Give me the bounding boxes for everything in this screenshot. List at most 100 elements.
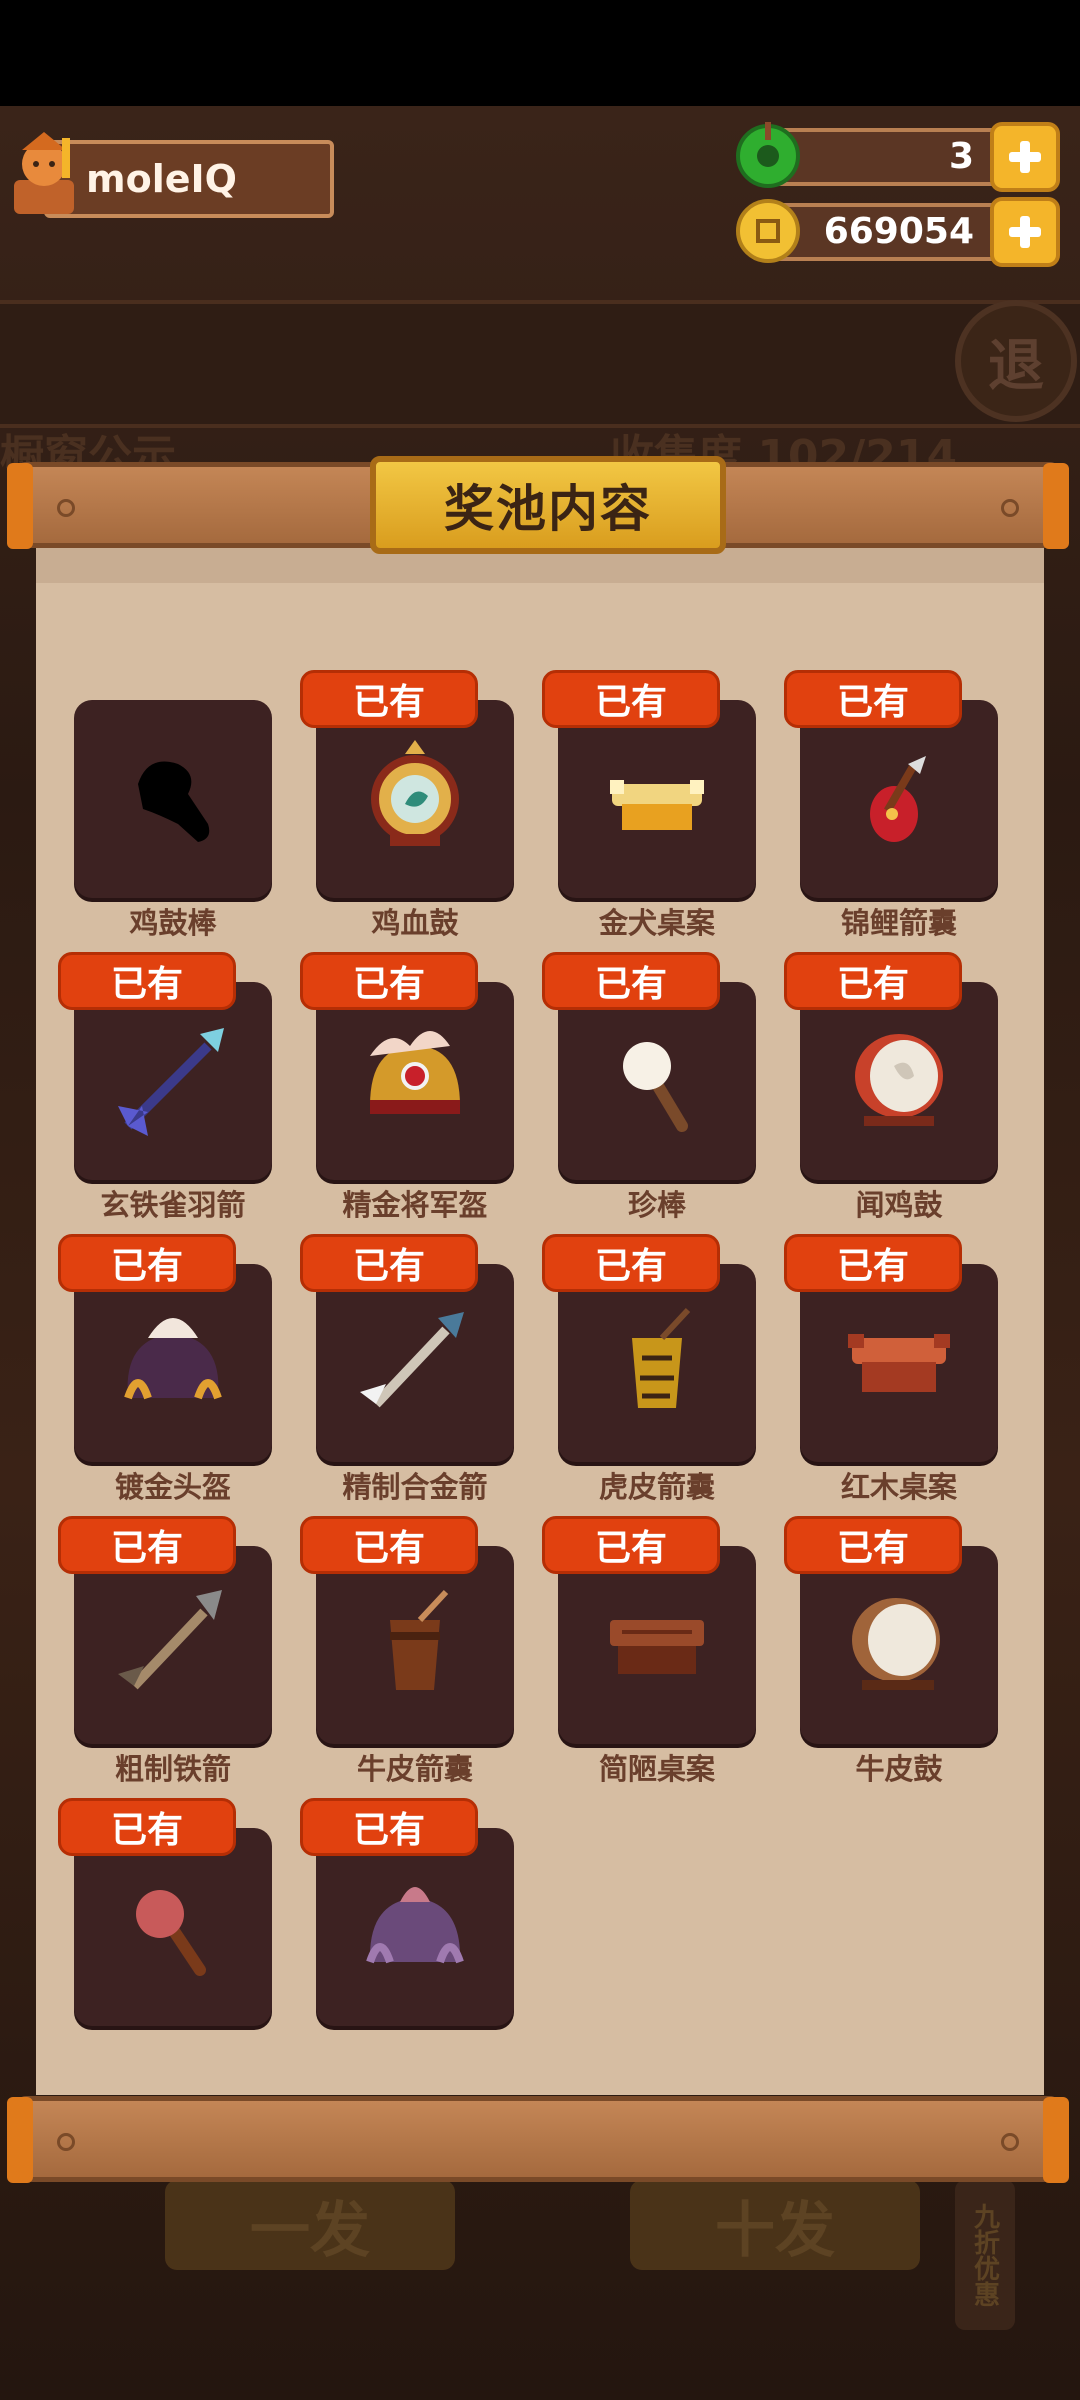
purple-helmet-icon xyxy=(366,1887,464,1964)
prize-item-slot xyxy=(800,1264,998,1462)
tiger-quiver-icon xyxy=(632,1307,691,1408)
jade-currency: 3 xyxy=(736,122,1060,192)
redwood-table-icon xyxy=(848,1334,950,1392)
pearl-stick-icon xyxy=(623,1042,688,1132)
ornate-drum-icon xyxy=(371,740,459,846)
prize-item-slot xyxy=(558,700,756,898)
prize-item-name: 精金将军盔 xyxy=(342,1188,488,1222)
prize-item[interactable]: 已有鸡血鼓 xyxy=(300,670,514,940)
prize-item-slot xyxy=(558,1546,756,1744)
owned-badge: 已有 xyxy=(300,670,478,728)
owned-badge: 已有 xyxy=(542,952,720,1010)
prize-item[interactable]: 已有精制合金箭 xyxy=(300,1234,514,1504)
prize-item[interactable]: 已有 xyxy=(300,1798,514,2056)
prize-item[interactable]: 已有牛皮箭囊 xyxy=(300,1516,514,1786)
owned-badge: 已有 xyxy=(58,1516,236,1574)
prize-item[interactable]: 已有珍棒 xyxy=(542,952,756,1222)
feather-arrow-icon xyxy=(118,1028,224,1136)
owned-badge: 已有 xyxy=(784,1516,962,1574)
alloy-arrow-icon xyxy=(360,1312,464,1408)
prize-item-name: 精制合金箭 xyxy=(342,1470,488,1504)
prize-item-name: 粗制铁箭 xyxy=(114,1752,231,1786)
add-jade-button[interactable] xyxy=(990,122,1060,192)
prize-item[interactable]: 已有牛皮鼓 xyxy=(784,1516,998,1786)
jade-count: 3 xyxy=(948,136,974,177)
prize-item-name: 鸡血鼓 xyxy=(371,906,459,940)
leather-drum-icon xyxy=(852,1598,940,1690)
owned-badge: 已有 xyxy=(300,952,478,1010)
prize-item-slot xyxy=(316,1264,514,1462)
prize-item[interactable]: 已有 xyxy=(58,1798,272,2056)
player-avatar-icon[interactable] xyxy=(6,128,82,218)
prize-item-name: 玄铁雀羽箭 xyxy=(100,1188,246,1222)
owned-badge: 已有 xyxy=(784,952,962,1010)
prize-item[interactable]: 已有玄铁雀羽箭 xyxy=(58,952,272,1222)
jade-icon xyxy=(736,122,800,188)
player-profile[interactable]: moleIQ xyxy=(44,140,334,218)
owned-badge: 已有 xyxy=(784,1234,962,1292)
prize-item-name: 闻鸡鼓 xyxy=(855,1188,943,1222)
prize-item-slot xyxy=(800,982,998,1180)
prize-item-slot xyxy=(74,1546,272,1744)
prize-item-slot xyxy=(558,1264,756,1462)
general-helmet-icon xyxy=(370,1031,460,1114)
prize-item-name: 鸡鼓棒 xyxy=(129,906,217,940)
modal-title: 奖池内容 xyxy=(370,456,726,554)
bg-ten-draw-button: 十发 xyxy=(630,2180,920,2270)
coin-icon xyxy=(736,199,800,263)
prize-item[interactable]: 已有闻鸡鼓 xyxy=(784,952,998,1222)
iron-arrow-icon xyxy=(118,1590,222,1690)
scroll-rod-bottom[interactable] xyxy=(7,2096,1069,2183)
bg-single-draw-button: 一发 xyxy=(165,2180,455,2270)
prize-item[interactable]: 鸡鼓棒 xyxy=(74,700,272,940)
owned-badge: 已有 xyxy=(542,670,720,728)
prize-item[interactable]: 已有 金犬桌案 xyxy=(542,670,756,940)
prize-item-slot xyxy=(316,1828,514,2026)
prize-item-slot xyxy=(800,700,998,898)
prize-item[interactable]: 已有虎皮箭囊 xyxy=(542,1234,756,1504)
bg-showcase-tab: 橱窗公示 xyxy=(0,431,176,468)
owned-badge: 已有 xyxy=(58,952,236,1010)
prize-item-slot xyxy=(74,700,272,898)
leather-quiver-icon xyxy=(390,1589,449,1690)
owned-badge: 已有 xyxy=(58,1234,236,1292)
red-mallet-icon xyxy=(136,1890,206,1976)
prize-item[interactable]: 已有精金将军盔 xyxy=(300,952,514,1222)
gilded-helmet-icon xyxy=(124,1318,222,1400)
prize-item-slot xyxy=(74,1264,272,1462)
player-name: moleIQ xyxy=(86,157,237,201)
prize-item-name: 虎皮箭囊 xyxy=(598,1470,715,1504)
bg-exit-button: 退 xyxy=(955,300,1077,422)
silhouette-icon xyxy=(138,761,210,842)
prize-item-slot xyxy=(74,982,272,1180)
prize-item-slot xyxy=(316,982,514,1180)
owned-badge: 已有 xyxy=(300,1234,478,1292)
prize-item-slot xyxy=(74,1828,272,2026)
koi-quiver-icon xyxy=(870,756,926,842)
add-coins-button[interactable] xyxy=(990,197,1060,267)
prize-item-slot xyxy=(316,700,514,898)
prize-item-name: 简陋桌案 xyxy=(598,1752,715,1786)
owned-badge: 已有 xyxy=(542,1234,720,1292)
plus-icon xyxy=(1009,141,1041,173)
owned-badge: 已有 xyxy=(784,670,962,728)
owned-badge: 已有 xyxy=(300,1516,478,1574)
golden-table-icon xyxy=(610,780,704,830)
prize-item[interactable]: 已有 简陋桌案 xyxy=(542,1516,756,1786)
prize-item-name: 牛皮箭囊 xyxy=(356,1752,473,1786)
owned-badge: 已有 xyxy=(58,1798,236,1856)
prize-item-name: 红木桌案 xyxy=(840,1470,957,1504)
bg-discount-label: 九折优惠 xyxy=(955,2180,1015,2330)
prize-item-name: 珍棒 xyxy=(627,1188,686,1222)
prize-item-name: 牛皮鼓 xyxy=(855,1752,943,1786)
prize-item[interactable]: 已有粗制铁箭 xyxy=(58,1516,272,1786)
background-banner xyxy=(0,300,1080,428)
prize-item[interactable]: 已有 锦鲤箭囊 xyxy=(784,670,998,940)
prize-item[interactable]: 已有 镀金头盔 xyxy=(58,1234,272,1504)
plus-icon xyxy=(1009,216,1041,248)
rooster-drum-icon xyxy=(855,1034,943,1126)
prize-item[interactable]: 已有红木桌案 xyxy=(784,1234,998,1504)
coin-count: 669054 xyxy=(823,211,974,252)
prize-item-slot xyxy=(316,1546,514,1744)
crude-table-icon xyxy=(610,1620,704,1674)
